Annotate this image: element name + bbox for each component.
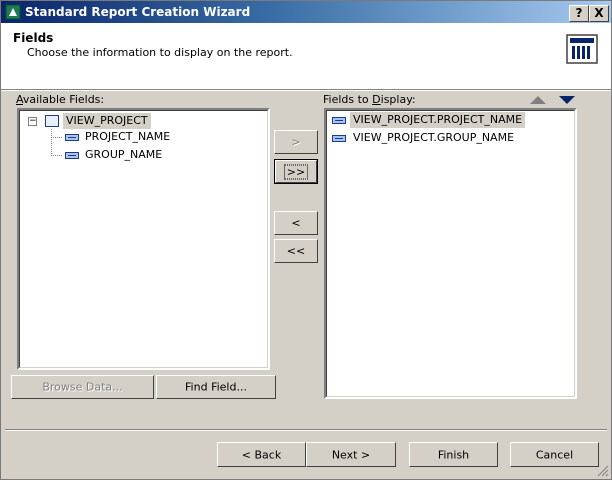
field-icon — [332, 135, 346, 142]
resize-grip-icon[interactable] — [597, 465, 609, 477]
fields-to-display-label: Fields to Display: — [323, 93, 416, 106]
move-down-icon[interactable] — [558, 95, 576, 105]
back-button[interactable]: < Back — [217, 442, 306, 467]
page-subtitle: Choose the information to display on the… — [27, 46, 293, 59]
app-icon — [5, 4, 21, 20]
finish-button[interactable]: Finish — [409, 442, 498, 467]
browse-data-label: Browse Data... — [42, 380, 123, 394]
tree-line — [51, 155, 62, 156]
tree-item-project-name[interactable]: PROJECT_NAME — [85, 129, 170, 145]
tree-line — [51, 129, 52, 156]
page-title: Fields — [13, 31, 54, 45]
next-button[interactable]: Next > — [306, 442, 396, 467]
move-up-icon[interactable] — [529, 95, 547, 105]
find-field-button[interactable]: Find Field... — [156, 375, 276, 399]
wizard-window: Standard Report Creation Wizard ? X Fiel… — [0, 0, 612, 480]
close-button[interactable]: X — [589, 5, 609, 22]
available-fields-tree[interactable]: − VIEW_PROJECT PROJECT_NAME GROUP_NAME — [17, 108, 270, 370]
report-fields-icon — [566, 34, 598, 64]
tree-root-view-project[interactable]: VIEW_PROJECT — [63, 113, 151, 129]
available-fields-label-text: vailable Fields: — [22, 93, 105, 106]
fields-to-display-list[interactable]: VIEW_PROJECT.PROJECT_NAME VIEW_PROJECT.G… — [324, 108, 577, 399]
footer-divider — [5, 429, 607, 431]
cancel-button[interactable]: Cancel — [510, 442, 599, 467]
remove-field-button[interactable]: < — [274, 211, 318, 235]
add-all-fields-button[interactable]: >> — [274, 159, 318, 184]
title-bar[interactable]: Standard Report Creation Wizard ? X — [1, 1, 611, 23]
next-label: Next > — [331, 448, 371, 461]
browse-data-button[interactable]: Browse Data... — [11, 375, 154, 399]
back-label: < Back — [241, 448, 282, 461]
field-icon — [332, 117, 346, 124]
fields-to-display-frame — [326, 110, 575, 397]
tree-line — [51, 137, 62, 138]
remove-field-label: < — [291, 216, 301, 230]
table-icon — [45, 115, 59, 127]
cancel-label: Cancel — [535, 448, 574, 461]
help-button[interactable]: ? — [569, 5, 589, 22]
tree-item-group-name[interactable]: GROUP_NAME — [85, 147, 162, 163]
field-icon — [65, 152, 79, 159]
remove-all-fields-button[interactable]: << — [274, 239, 318, 263]
finish-label: Finish — [437, 448, 470, 461]
add-field-button[interactable]: > — [274, 130, 318, 154]
available-fields-label: Available Fields: — [16, 93, 105, 106]
display-item[interactable]: VIEW_PROJECT.GROUP_NAME — [353, 130, 514, 146]
field-icon — [65, 134, 79, 141]
add-field-label: > — [291, 135, 301, 149]
collapse-icon[interactable]: − — [28, 117, 37, 126]
add-all-label: >> — [283, 164, 309, 179]
window-title: Standard Report Creation Wizard — [25, 5, 251, 19]
display-item[interactable]: VIEW_PROJECT.PROJECT_NAME — [350, 112, 526, 128]
header-divider — [1, 90, 611, 91]
find-field-label: Find Field... — [185, 380, 247, 394]
remove-all-label: << — [286, 244, 306, 258]
wizard-header: Fields Choose the information to display… — [1, 23, 611, 90]
